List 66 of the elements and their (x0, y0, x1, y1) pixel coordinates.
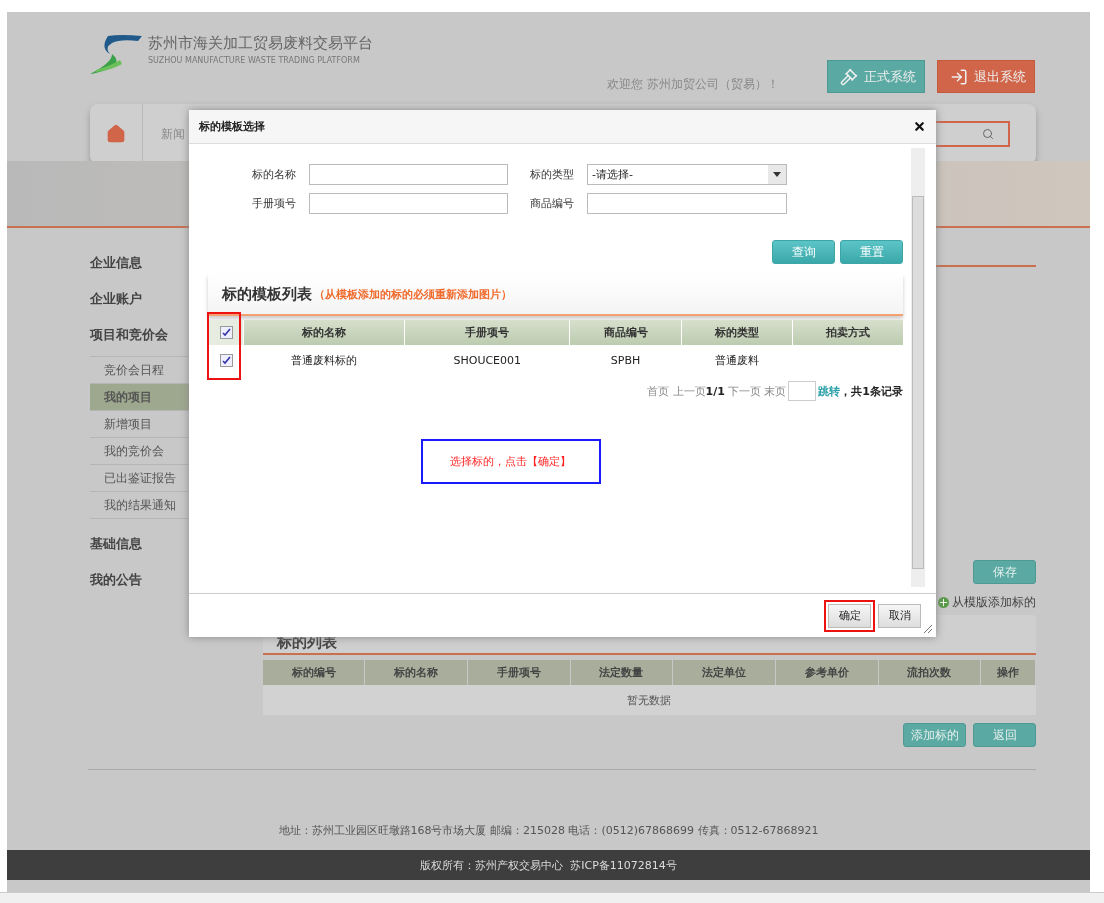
dialog-title: 标的模板选择 (199, 119, 265, 134)
formal-system-button[interactable]: 正式系统 (827, 60, 925, 93)
column-header: 手册项号 (404, 320, 570, 345)
horizontal-scrollbar[interactable] (0, 892, 1104, 903)
input-field[interactable] (309, 193, 508, 214)
cancel-button[interactable]: 取消 (878, 603, 921, 628)
column-header: 标的类型 (681, 320, 793, 345)
input-field[interactable] (309, 164, 508, 185)
add-from-template-link[interactable]: 从模版添加标的 (938, 594, 1036, 611)
highlight-frame (207, 312, 241, 380)
table-cell: 普通废料标的 (291, 353, 358, 367)
close-icon[interactable] (913, 120, 926, 133)
column-header: 商品编号 (569, 320, 682, 345)
column-header: 法定单位 (672, 660, 776, 685)
query-button[interactable]: 查询 (772, 240, 835, 264)
column-header: 标的名称 (364, 660, 468, 685)
table-cell: SHOUCE001 (453, 353, 522, 367)
search-icon (982, 128, 994, 140)
instruction-note: 选择标的，点击【确定】 (420, 439, 601, 484)
home-icon[interactable] (106, 124, 126, 144)
site-title: 苏州市海关加工贸易废料交易平台 (148, 34, 373, 53)
plus-icon (938, 597, 949, 608)
logo-icon (90, 34, 142, 76)
reset-button[interactable]: 重置 (840, 240, 903, 264)
column-header: 流拍次数 (878, 660, 981, 685)
add-item-button[interactable]: 添加标的 (903, 723, 966, 747)
column-header: 法定数量 (570, 660, 673, 685)
save-button[interactable]: 保存 (973, 560, 1036, 584)
back-button[interactable]: 返回 (973, 723, 1036, 747)
input-field[interactable] (587, 193, 787, 214)
copyright-text: 版权所有：苏州产权交易中心 苏ICP备11072814号 (420, 857, 677, 873)
record-count: ，共1条记录 (840, 383, 903, 399)
field-label: 商品编号 (529, 196, 574, 211)
caret-icon (773, 172, 781, 177)
column-header: 手册项号 (467, 660, 570, 685)
column-header: 拍卖方式 (792, 320, 903, 345)
type-select[interactable]: -请选择- (587, 164, 787, 185)
template-note: （从模板添加的标的必须重新添加图片） (314, 286, 512, 302)
checkbox[interactable] (219, 326, 233, 340)
empty-message: 暂无数据 (263, 685, 1036, 715)
column-header: 操作 (980, 660, 1036, 685)
welcome-text: 欢迎您 苏州加贸公司（贸易）！ (607, 76, 779, 93)
logout-icon (950, 67, 968, 86)
field-label: 手册项号 (251, 196, 296, 211)
pager-prev[interactable]: 首页 上一页 (647, 383, 706, 399)
page-input[interactable] (788, 381, 817, 401)
field-label: 标的名称 (251, 167, 296, 182)
jump-link[interactable]: 跳转 (818, 383, 841, 399)
checkbox[interactable] (219, 353, 233, 367)
column-header: 标的名称 (243, 320, 405, 345)
nav-link[interactable]: 新闻 (161, 125, 185, 143)
address-text: 地址：苏州工业园区旺墩路168号市场大厦 邮编：215028 电话：(0512)67868699 传真：0512-67868921 (277, 823, 820, 838)
confirm-button[interactable]: 确定 (828, 603, 871, 628)
site-subtitle: SUZHOU MANUFACTURE WASTE TRADING PLATFORM (148, 56, 361, 65)
template-list-title: 标的模板列表 (222, 284, 312, 304)
gavel-icon (840, 67, 858, 86)
table-cell: 普通废料 (714, 353, 759, 367)
logout-button[interactable]: 退出系统 (937, 60, 1035, 93)
table-cell: SPBH (610, 353, 641, 367)
pager-next[interactable]: 下一页 末页 (727, 383, 787, 399)
resize-grip-icon[interactable] (923, 624, 933, 634)
field-label: 标的类型 (529, 167, 574, 182)
page-number: 1/1 (705, 384, 725, 398)
column-header: 参考单价 (775, 660, 879, 685)
column-header: 标的编号 (263, 660, 365, 685)
vertical-scrollbar[interactable] (911, 148, 925, 587)
